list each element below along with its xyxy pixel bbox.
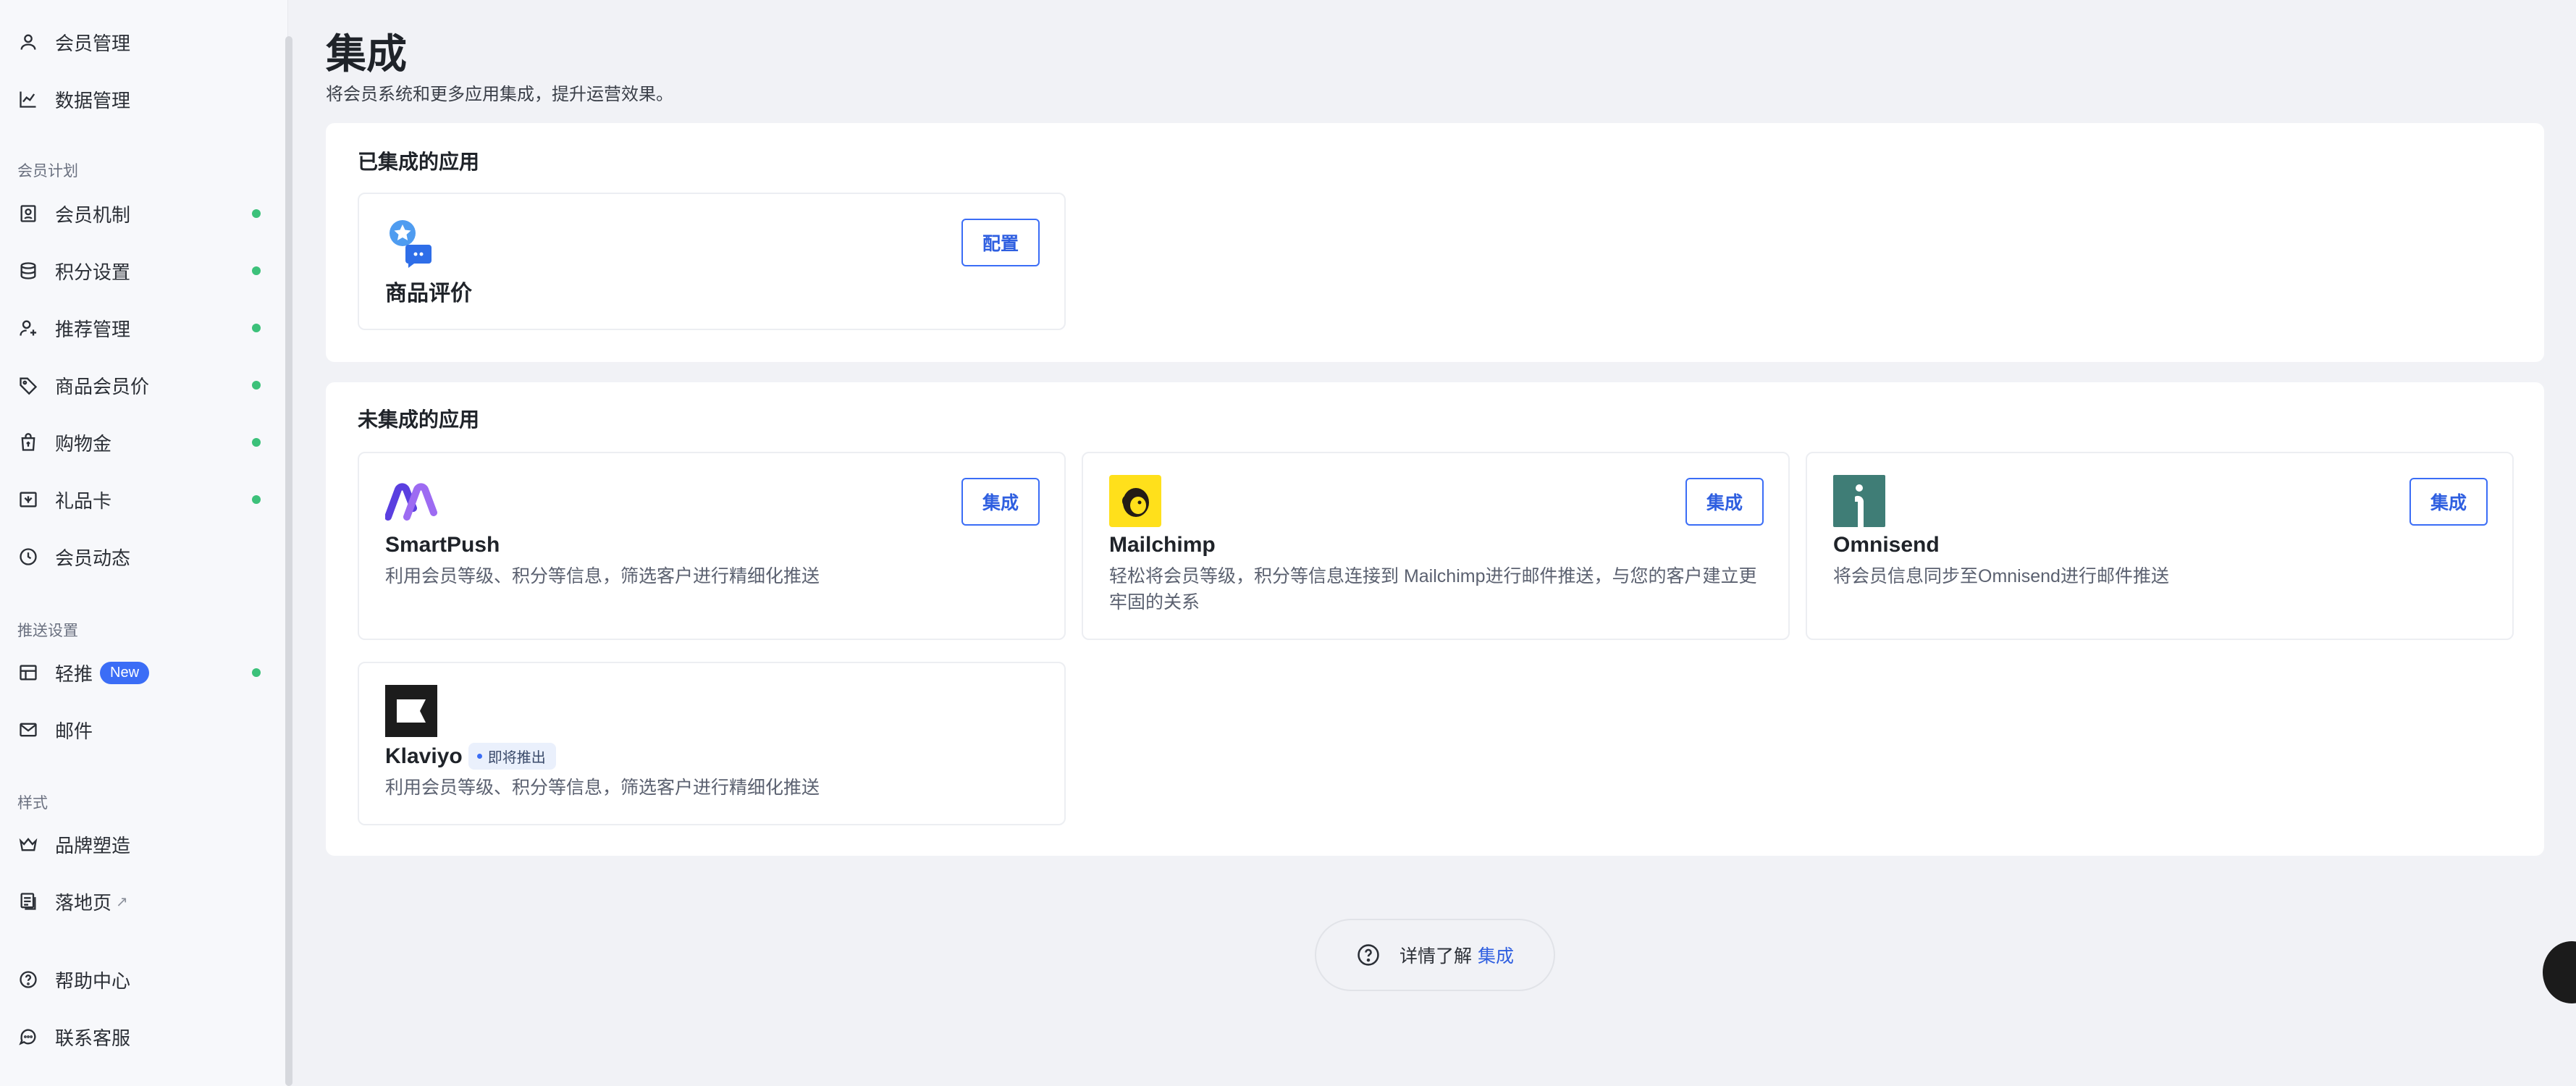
page-subtitle: 将会员系统和更多应用集成，提升运营效果。 bbox=[326, 85, 673, 104]
chat-icon bbox=[17, 1026, 39, 1048]
app-card-klaviyo: Klaviyo 即将推出 利用会员等级、积分等信息，筛选客户进行精细化推送 bbox=[358, 662, 1066, 825]
app-description: 利用会员等级、积分等信息，筛选客户进行精细化推送 bbox=[385, 566, 820, 586]
sidebar-item-member-mechanism[interactable]: 会员机制 bbox=[17, 192, 271, 235]
section-style: 样式 bbox=[17, 795, 48, 812]
coming-soon-tag: 即将推出 bbox=[468, 743, 556, 770]
section-member-plan: 会员计划 bbox=[17, 163, 78, 180]
configure-button[interactable]: 配置 bbox=[961, 219, 1040, 266]
sidebar-item-label: 礼品卡 bbox=[55, 489, 112, 512]
sidebar-item-shopping-credit[interactable]: 购物金 bbox=[17, 421, 271, 464]
sidebar-scrollbar[interactable] bbox=[285, 36, 292, 1086]
section-push-settings: 推送设置 bbox=[17, 623, 78, 639]
app-description: 将会员信息同步至Omnisend进行邮件推送 bbox=[1833, 566, 2169, 586]
sidebar-item-label: 数据管理 bbox=[55, 89, 131, 111]
learn-more-text: 详情了解 bbox=[1399, 946, 1472, 967]
sidebar-item-contact-support[interactable]: 联系客服 bbox=[17, 1015, 271, 1058]
database-icon bbox=[17, 260, 39, 282]
integrate-button[interactable]: 集成 bbox=[961, 478, 1040, 526]
sidebar-item-branding[interactable]: 品牌塑造 bbox=[17, 822, 271, 866]
app-card-review: 商品评价 配置 bbox=[358, 193, 1066, 330]
sidebar-item-mail[interactable]: 邮件 bbox=[17, 708, 271, 752]
app-name: SmartPush bbox=[385, 533, 500, 557]
gift-card-icon bbox=[17, 489, 39, 510]
new-badge: New bbox=[100, 661, 150, 684]
status-dot bbox=[252, 438, 261, 447]
learn-more-link[interactable]: 集成 bbox=[1478, 942, 1514, 968]
integrated-apps-panel: 已集成的应用 商品评价 配置 bbox=[326, 123, 2544, 362]
sidebar-item-data-management[interactable]: 数据管理 bbox=[17, 77, 271, 121]
status-dot bbox=[252, 668, 261, 677]
tag-dot bbox=[476, 754, 482, 759]
sidebar: 会员管理 数据管理 会员计划 会员机制 积分设置 推荐管理 商品会员价 购物金 … bbox=[0, 0, 288, 1086]
user-icon bbox=[17, 31, 39, 53]
app-card-smartpush: SmartPush 利用会员等级、积分等信息，筛选客户进行精细化推送 集成 bbox=[358, 452, 1066, 640]
available-apps-panel: 未集成的应用 SmartPush 利用会员等级、积分等信息，筛选客户进行精细化推… bbox=[326, 382, 2544, 856]
sidebar-item-member-activity[interactable]: 会员动态 bbox=[17, 535, 271, 578]
smartpush-logo bbox=[385, 483, 437, 521]
app-description: 利用会员等级、积分等信息，筛选客户进行精细化推送 bbox=[385, 778, 820, 798]
app-description: 轻松将会员等级，积分等信息连接到 Mailchimp进行邮件推送，与您的客户建立… bbox=[1109, 566, 1757, 613]
sidebar-item-label: 会员管理 bbox=[55, 32, 131, 54]
sidebar-item-label: 积分设置 bbox=[55, 261, 131, 283]
sidebar-item-referral[interactable]: 推荐管理 bbox=[17, 306, 271, 350]
app-card-omnisend: Omnisend 将会员信息同步至Omnisend进行邮件推送 集成 bbox=[1806, 452, 2514, 640]
status-dot bbox=[252, 381, 261, 390]
app-card-mailchimp: Mailchimp 轻松将会员等级，积分等信息连接到 Mailchimp进行邮件… bbox=[1082, 452, 1790, 640]
omnisend-logo bbox=[1833, 475, 1885, 527]
sidebar-item-label: 帮助中心 bbox=[55, 969, 131, 992]
page-title: 集成 bbox=[326, 31, 407, 77]
push-icon bbox=[17, 662, 39, 683]
sidebar-item-label: 会员动态 bbox=[55, 547, 131, 569]
sidebar-item-label: 推荐管理 bbox=[55, 318, 131, 340]
shopping-bag-icon bbox=[17, 432, 39, 453]
sidebar-item-member-management[interactable]: 会员管理 bbox=[17, 20, 271, 64]
mailchimp-logo bbox=[1109, 475, 1161, 527]
integrated-apps-title: 已集成的应用 bbox=[358, 151, 480, 173]
klaviyo-logo bbox=[385, 685, 437, 737]
sidebar-item-points-settings[interactable]: 积分设置 bbox=[17, 249, 271, 292]
integrate-button[interactable]: 集成 bbox=[1685, 478, 1764, 526]
sidebar-item-label: 品牌塑造 bbox=[55, 834, 131, 856]
status-dot bbox=[252, 495, 261, 504]
tag-icon bbox=[17, 374, 39, 396]
app-name: Klaviyo 即将推出 bbox=[385, 743, 556, 770]
app-name: Mailchimp bbox=[1109, 533, 1216, 557]
app-name: Omnisend bbox=[1833, 533, 1940, 557]
sidebar-item-label: 轻推 bbox=[55, 662, 93, 685]
sidebar-item-label: 购物金 bbox=[55, 432, 112, 455]
app-name-text: Klaviyo bbox=[385, 744, 463, 768]
crown-icon bbox=[17, 833, 39, 855]
sidebar-item-push[interactable]: 轻推 New bbox=[17, 651, 271, 694]
app-name: 商品评价 bbox=[385, 282, 472, 306]
sidebar-item-label: 会员机制 bbox=[55, 203, 131, 226]
help-icon bbox=[17, 969, 39, 990]
external-link-icon: ↗ bbox=[116, 893, 128, 910]
sidebar-item-label: 联系客服 bbox=[55, 1027, 131, 1049]
support-chat-bubble[interactable] bbox=[2543, 941, 2576, 1003]
clock-icon bbox=[17, 546, 39, 568]
status-dot bbox=[252, 266, 261, 275]
sidebar-item-label: 商品会员价 bbox=[55, 375, 150, 397]
sidebar-item-label: 落地页 bbox=[55, 891, 112, 914]
coming-soon-label: 即将推出 bbox=[487, 750, 546, 766]
mail-icon bbox=[17, 719, 39, 741]
sidebar-item-landing-page[interactable]: 落地页 ↗ bbox=[17, 880, 271, 923]
available-apps-title: 未集成的应用 bbox=[358, 408, 480, 431]
status-dot bbox=[252, 324, 261, 332]
sidebar-item-help-center[interactable]: 帮助中心 bbox=[17, 958, 271, 1001]
integrate-button[interactable]: 集成 bbox=[2409, 478, 2488, 526]
sidebar-item-label: 邮件 bbox=[55, 720, 93, 742]
sidebar-item-member-price[interactable]: 商品会员价 bbox=[17, 363, 271, 407]
sidebar-item-gift-card[interactable]: 礼品卡 bbox=[17, 478, 271, 521]
status-dot bbox=[252, 209, 261, 218]
learn-more-pill: 详情了解 集成 bbox=[1315, 919, 1555, 991]
chart-line-icon bbox=[17, 88, 39, 110]
review-icon bbox=[390, 220, 432, 268]
question-icon bbox=[1358, 944, 1379, 966]
landing-page-icon bbox=[17, 891, 39, 912]
user-plus-icon bbox=[17, 317, 39, 339]
member-card-icon bbox=[17, 203, 39, 224]
